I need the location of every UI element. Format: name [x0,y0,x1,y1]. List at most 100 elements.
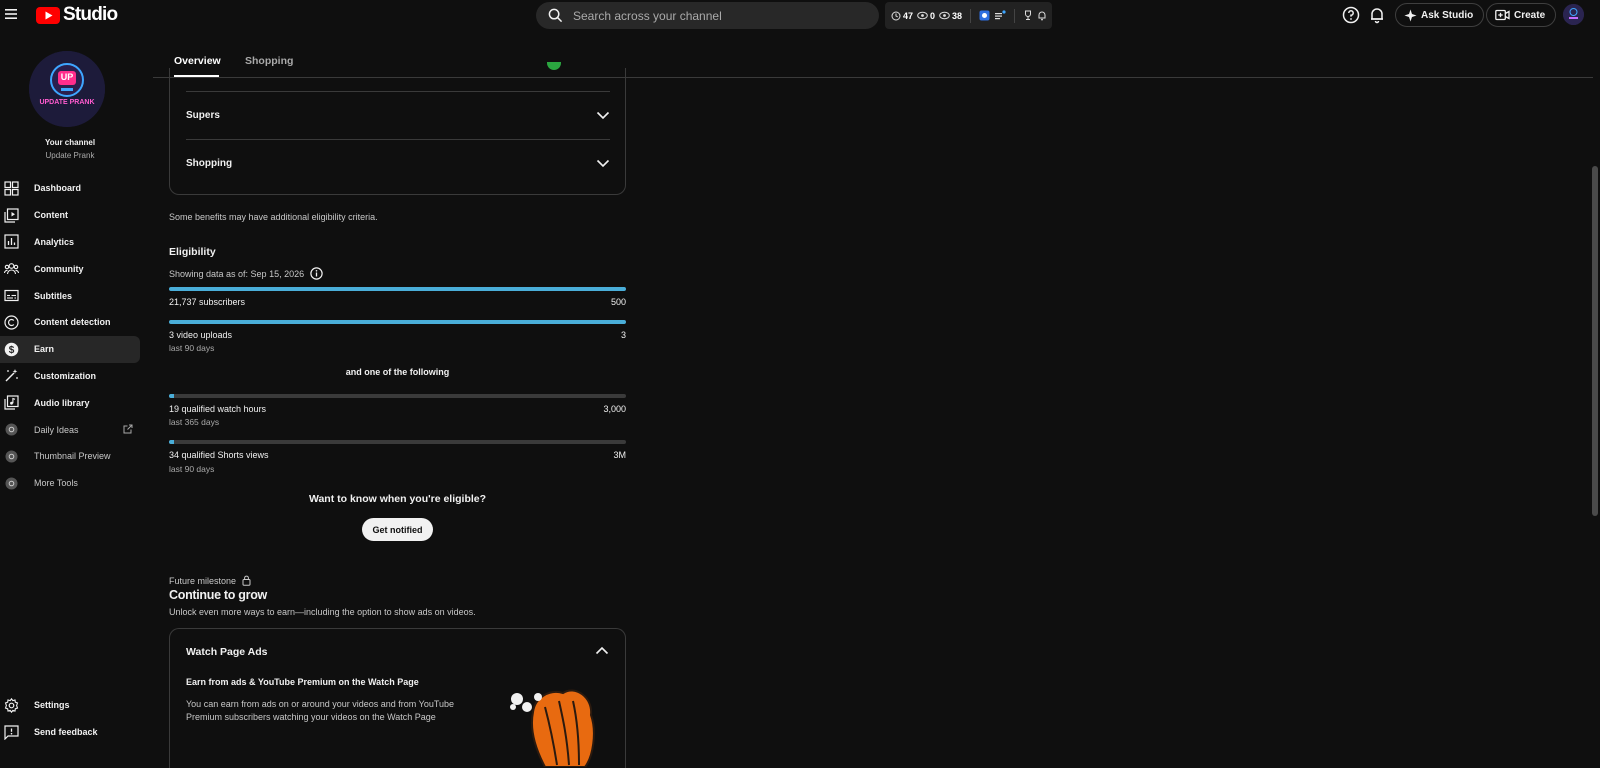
chevron-down-icon[interactable] [596,159,610,168]
help-icon[interactable] [1342,6,1360,24]
sidebar-item-earn[interactable]: $ Earn [0,335,140,363]
subscribers-progress-bar [169,287,626,291]
eye-icon [939,11,950,20]
ask-studio-button[interactable]: Ask Studio [1395,3,1485,27]
content-icon [4,208,19,223]
sidebar-item-audio-library[interactable]: Audio library [0,389,140,416]
search-input[interactable] [573,8,853,23]
shorts-period: last 90 days [169,464,215,474]
your-channel-label: Your channel [44,138,96,147]
sparkle-icon [1404,8,1417,22]
analytics-icon [4,234,19,250]
watch-page-ads-title[interactable]: Watch Page Ads [186,646,268,658]
eligibility-date: Showing data as of: Sep 15, 2026 [169,267,323,280]
clock-icon [891,11,901,20]
watch-stat: 47 [891,11,913,21]
extension-logo-icon[interactable] [979,10,990,21]
eligibility-title: Eligibility [169,246,216,258]
supers-row[interactable]: Supers [186,92,610,139]
extension-icon [4,422,19,437]
top-bar: Studio 47 0 38 Ask Studio Create [0,0,1600,30]
sidebar-item-content-detection[interactable]: Content detection [0,309,140,336]
subscribers-progress-fill [169,287,626,291]
menu-icon[interactable] [4,6,20,22]
tab-shopping[interactable]: Shopping [245,55,293,67]
extension-stats-bar[interactable]: 47 0 38 [885,2,1052,29]
shopping-row[interactable]: Shopping [186,140,610,187]
watch-hours-metric: 19 qualified watch hours 3,000 [169,404,626,414]
stats-divider [1014,8,1016,23]
sidebar-item-customization[interactable]: Customization [0,363,140,390]
eye-icon [917,11,928,20]
earn-ads-description: You can earn from ads on or around your … [186,699,455,722]
chevron-down-icon[interactable] [596,111,610,120]
sidebar-item-settings[interactable]: Settings [0,692,140,719]
page-scrollbar[interactable] [1592,166,1598,516]
uploads-metric: 3 video uploads 3 [169,330,626,340]
shorts-progress-fill [169,440,174,444]
queue-icon[interactable] [994,10,1006,21]
account-avatar[interactable] [1563,4,1584,25]
lock-icon [242,575,251,586]
sidebar-item-analytics[interactable]: Analytics [0,229,140,256]
views-stat: 0 [917,11,935,21]
account-avatar-image [1563,4,1584,25]
sidebar-item-community[interactable]: Community [0,255,140,282]
search-icon [548,8,563,23]
magic-wand-icon [4,368,19,383]
subscribers-metric: 21,737 subscribers 500 [169,297,626,307]
watch-hours-progress-fill [169,394,174,398]
uploads-period: last 90 days [169,343,215,353]
feedback-icon [4,725,19,740]
sidebar-item-content[interactable]: Content [0,202,140,229]
extension-icon [4,449,19,464]
sidebar-item-feedback[interactable]: Send feedback [0,719,140,746]
channel-avatar[interactable]: UP UPDATE PRANK [29,51,105,127]
benefits-note: Some benefits may have additional eligib… [169,212,378,222]
channel-name: Update Prank [45,151,95,160]
sidebar-item-subtitles[interactable]: Subtitles [0,282,140,309]
shorts-metric: 34 qualified Shorts views 3M [169,450,626,460]
search-bar[interactable] [536,2,879,29]
dashboard-icon [4,181,19,196]
info-icon[interactable] [310,267,323,280]
external-link-icon [123,424,133,434]
community-icon [4,261,19,276]
tab-overview[interactable]: Overview [174,55,221,67]
studio-logo[interactable]: Studio [36,4,118,26]
get-notified-button[interactable]: Get notified [362,518,433,541]
create-button[interactable]: Create [1486,3,1557,27]
sidebar-item-daily-ideas[interactable]: Daily Ideas [0,416,140,443]
copyright-icon [4,315,19,330]
earn-illustration [510,689,595,767]
status-dot [547,62,561,70]
audio-library-icon [4,395,19,410]
watch-hours-period: last 365 days [169,417,220,427]
stats-divider [970,8,972,23]
shorts-progress-bar [169,440,626,444]
sidebar-nav: Dashboard Content Analytics Community Su… [0,175,140,497]
sidebar: UP UPDATE PRANK Your channel Update Pran… [0,30,140,750]
uploads-progress-fill [169,320,626,324]
eligible-question: Want to know when you're eligible? [308,493,487,505]
sidebar-item-thumbnail-preview[interactable]: Thumbnail Preview [0,443,140,470]
sidebar-item-dashboard[interactable]: Dashboard [0,175,140,202]
notifications-icon[interactable] [1368,6,1386,24]
milestone-description: Unlock even more ways to earn—including … [169,607,476,617]
supers-label: Supers [186,110,220,121]
chevron-up-icon[interactable] [595,646,609,655]
watch-hours-progress-bar [169,394,626,398]
trophy-icon[interactable] [1023,10,1033,21]
dollar-icon: $ [4,342,19,357]
extension-icon [4,476,19,491]
shopping-label: Shopping [186,158,233,169]
views-stat-2: 38 [939,11,962,21]
subtitles-icon [4,288,19,303]
gear-icon [4,697,19,713]
milestone-title: Continue to grow [169,588,267,602]
youtube-logo-icon [36,6,60,24]
create-video-icon [1495,9,1510,21]
sidebar-item-more-tools[interactable]: More Tools [0,470,140,497]
bell-small-icon[interactable] [1037,10,1047,21]
logo-text: Studio [63,4,118,25]
